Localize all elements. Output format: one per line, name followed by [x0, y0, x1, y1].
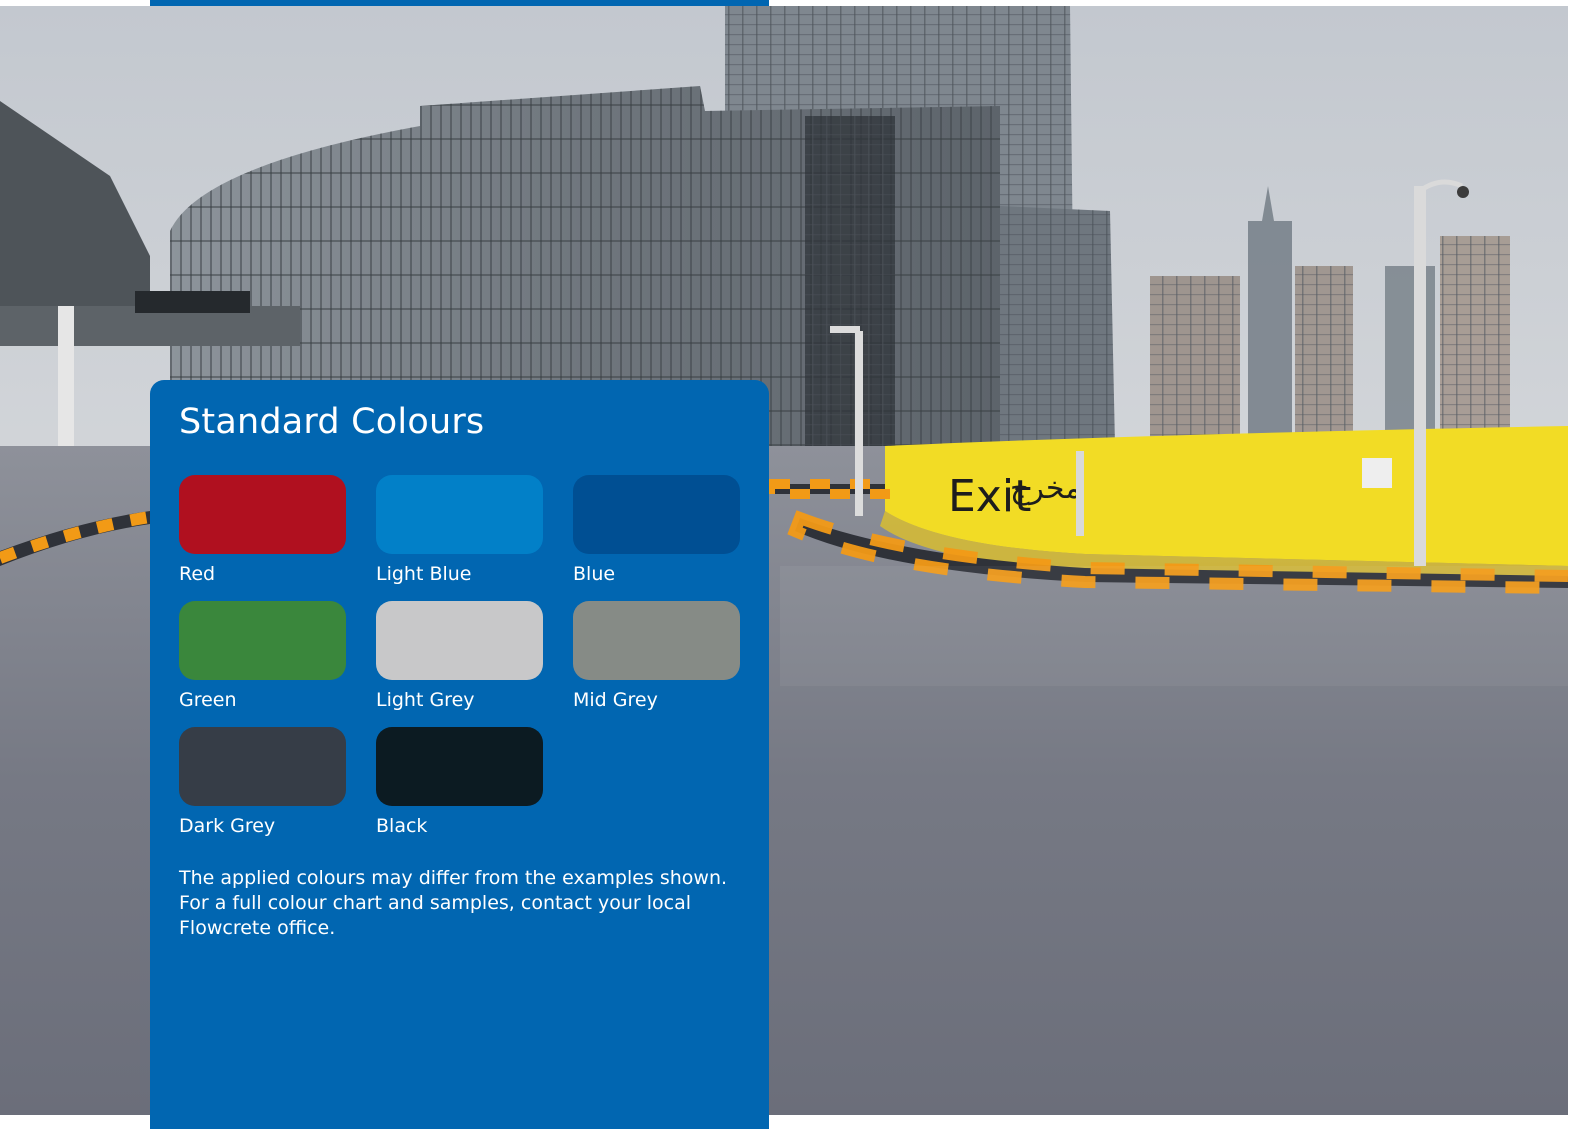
swatch-chip — [376, 727, 543, 806]
swatch-label: Mid Grey — [573, 689, 658, 711]
swatch-light-blue: Light Blue — [376, 475, 543, 601]
swatch-label: Dark Grey — [179, 815, 276, 837]
swatch-label: Light Grey — [376, 689, 475, 711]
swatch-label: Red — [179, 563, 216, 585]
swatch-chip — [376, 601, 543, 680]
swatch-chip — [376, 475, 543, 554]
swatch-mid-grey: Mid Grey — [573, 601, 740, 727]
disclaimer-line: The applied colours may differ from the … — [179, 867, 728, 889]
colour-disclaimer: The applied colours may differ from the … — [179, 866, 739, 941]
swatch-chip — [179, 727, 346, 806]
brochure-page: Exit مخرج Standard Colours Red Light Blu… — [0, 0, 1588, 1129]
swatch-chip — [573, 475, 740, 554]
disclaimer-line: Flowcrete office. — [179, 917, 336, 939]
swatch-label: Green — [179, 689, 237, 711]
swatch-red: Red — [179, 475, 346, 601]
swatch-label: Light Blue — [376, 563, 472, 585]
swatch-blue: Blue — [573, 475, 740, 601]
panel-title: Standard Colours — [179, 402, 485, 442]
swatch-label: Black — [376, 815, 428, 837]
swatch-chip — [179, 601, 346, 680]
standard-colours-panel: Standard Colours Red Light Blue Blue Gre… — [150, 380, 769, 1129]
exit-sign-arabic: مخرج — [1010, 471, 1081, 506]
swatch-black: Black — [376, 727, 543, 853]
top-accent-strip — [150, 0, 769, 6]
swatch-green: Green — [179, 601, 346, 727]
swatch-label: Blue — [573, 563, 616, 585]
swatch-chip — [179, 475, 346, 554]
disclaimer-line: For a full colour chart and samples, con… — [179, 892, 692, 914]
swatch-dark-grey: Dark Grey — [179, 727, 346, 853]
swatch-light-grey: Light Grey — [376, 601, 543, 727]
yellow-wall: Exit مخرج — [880, 426, 1568, 581]
colour-swatch-grid: Red Light Blue Blue Green Light Grey Mid… — [179, 475, 740, 853]
kerb-middle — [765, 479, 890, 499]
swatch-chip — [573, 601, 740, 680]
